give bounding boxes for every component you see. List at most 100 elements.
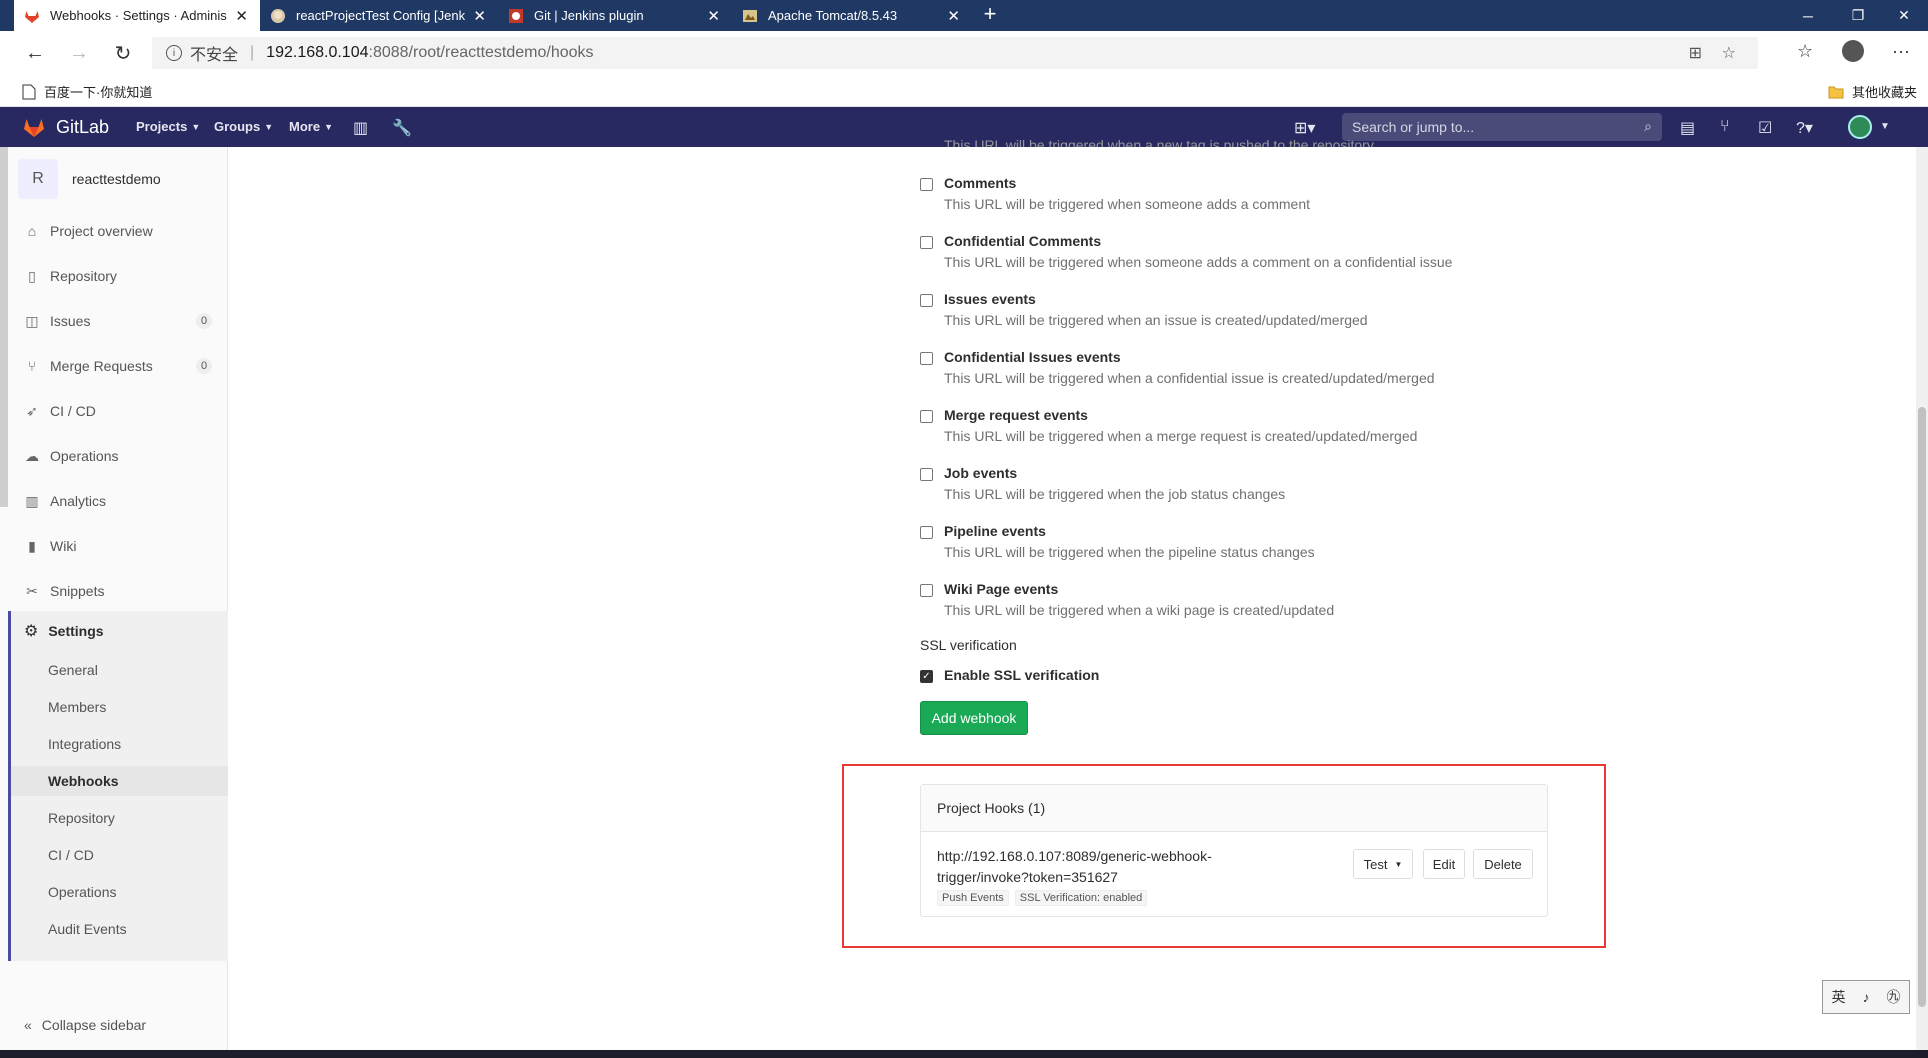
ime-setting[interactable]: ㊈ bbox=[1887, 987, 1901, 1007]
sidebar-item-settings[interactable]: ⚙ Settings bbox=[11, 611, 228, 651]
confidential-issues-checkbox[interactable] bbox=[920, 352, 933, 365]
checkbox-todos-icon[interactable]: ☑ bbox=[1758, 118, 1772, 138]
merge-requests-icon[interactable]: ⑂ bbox=[1720, 118, 1730, 136]
more-menu-icon[interactable]: ··· bbox=[1892, 41, 1910, 62]
issues-events-checkbox[interactable] bbox=[920, 294, 933, 307]
restore-icon[interactable]: ❐ bbox=[1834, 0, 1882, 31]
close-icon[interactable]: ✕ bbox=[473, 7, 486, 25]
merge-request-events-checkbox[interactable] bbox=[920, 410, 933, 423]
home-icon: ⌂ bbox=[27, 223, 37, 239]
back-icon[interactable]: ← bbox=[20, 39, 50, 67]
enable-ssl-checkbox[interactable]: ✓ bbox=[920, 670, 933, 683]
sidebar-item-snippets[interactable]: ✂ Snippets bbox=[0, 573, 228, 609]
pipeline-events-checkbox[interactable] bbox=[920, 526, 933, 539]
gitlab-logo[interactable]: GitLab bbox=[22, 115, 109, 139]
project-hooks-title: Project Hooks (1) bbox=[921, 785, 1547, 832]
tab-label: Apache Tomcat/8.5.43 bbox=[768, 8, 898, 23]
nav-more[interactable]: More ▼ bbox=[289, 119, 333, 134]
settings-sub-audit-events[interactable]: Audit Events bbox=[11, 914, 228, 944]
refresh-icon[interactable]: ↻ bbox=[108, 39, 138, 67]
sidebar-item-project-overview[interactable]: ⌂ Project overview bbox=[0, 213, 228, 249]
test-dropdown-button[interactable]: Test ▼ bbox=[1353, 849, 1413, 879]
settings-sub-operations[interactable]: Operations bbox=[11, 877, 228, 907]
bookmark-baidu[interactable]: 百度一下·你就知道 bbox=[22, 82, 152, 101]
chevron-down-icon: ▼ bbox=[191, 121, 201, 132]
sidebar-scrollbar[interactable] bbox=[0, 147, 8, 507]
project-name: reacttestdemo bbox=[72, 171, 161, 187]
ime-toolbar[interactable]: 英 ♪ ㊈ bbox=[1822, 980, 1910, 1014]
help-icon[interactable]: ?▾ bbox=[1796, 118, 1813, 138]
ime-lang[interactable]: 英 bbox=[1832, 987, 1846, 1007]
wiki-page-events-checkbox[interactable] bbox=[920, 584, 933, 597]
close-icon[interactable]: ✕ bbox=[235, 7, 248, 25]
settings-sub-general[interactable]: General bbox=[11, 655, 228, 685]
url-field[interactable]: i 不安全 | 192.168.0.104:8088/root/reacttes… bbox=[152, 37, 1758, 69]
insecure-label: 不安全 bbox=[190, 47, 239, 64]
add-webhook-button[interactable]: Add webhook bbox=[920, 701, 1028, 735]
page-scrollbar[interactable] bbox=[1916, 147, 1928, 1058]
gear-icon: ⚙ bbox=[24, 623, 39, 640]
event-title: Confidential Issues events bbox=[944, 349, 1121, 365]
settings-sub-ci-cd[interactable]: CI / CD bbox=[11, 840, 228, 870]
search-input[interactable]: Search or jump to... ⌕ bbox=[1342, 113, 1662, 141]
event-title: Comments bbox=[944, 175, 1017, 191]
delete-button[interactable]: Delete bbox=[1473, 849, 1533, 879]
project-header[interactable]: R reacttestdemo bbox=[18, 159, 161, 199]
sidebar-item-issues[interactable]: ◫ Issues 0 bbox=[0, 303, 228, 339]
new-tab-button[interactable]: + bbox=[978, 3, 1002, 27]
favorites-icon[interactable]: ☆ bbox=[1797, 41, 1813, 62]
bookmark-other-favorites[interactable]: 其他收藏夹 bbox=[1828, 82, 1917, 101]
star-icon[interactable]: ☆ bbox=[1722, 43, 1736, 63]
sidebar-item-label: Repository bbox=[50, 268, 117, 284]
close-icon[interactable]: ✕ bbox=[707, 7, 720, 25]
minimize-icon[interactable]: ─ bbox=[1784, 0, 1832, 31]
event-title: Merge request events bbox=[944, 407, 1088, 423]
todo-icon[interactable]: ▤ bbox=[1680, 118, 1695, 138]
forward-icon[interactable]: → bbox=[64, 39, 94, 67]
sidebar-item-merge-requests[interactable]: ⑂ Merge Requests 0 bbox=[0, 348, 228, 384]
settings-sub-members[interactable]: Members bbox=[11, 692, 228, 722]
sidebar-item-repository[interactable]: ▯ Repository bbox=[0, 258, 228, 294]
tab-webhooks[interactable]: Webhooks · Settings · Administra ✕ bbox=[14, 0, 260, 31]
jenkins-icon bbox=[271, 8, 285, 23]
close-window-icon[interactable]: ✕ bbox=[1880, 0, 1928, 31]
tab-jenkins-config[interactable]: reactProjectTest Config [Jenkins] ✕ bbox=[260, 0, 498, 31]
activity-chart-icon[interactable]: ▥ bbox=[353, 118, 368, 138]
event-description: This URL will be triggered when someone … bbox=[944, 196, 1310, 212]
admin-wrench-icon[interactable]: 🔧 bbox=[392, 118, 412, 138]
nav-groups[interactable]: Groups ▼ bbox=[214, 119, 273, 134]
tab-git-jenkins-plugin[interactable]: Git | Jenkins plugin ✕ bbox=[498, 0, 732, 31]
settings-sub-webhooks[interactable]: Webhooks bbox=[11, 766, 228, 796]
translate-icon[interactable]: ⊞ bbox=[1689, 43, 1702, 63]
sidebar-item-ci-cd[interactable]: ➶ CI / CD bbox=[0, 393, 228, 429]
sidebar-item-label: Project overview bbox=[50, 223, 153, 239]
settings-sub-integrations[interactable]: Integrations bbox=[11, 729, 228, 759]
sidebar-item-analytics[interactable]: ▥ Analytics bbox=[0, 483, 228, 519]
profile-avatar-icon[interactable] bbox=[1842, 40, 1864, 62]
sidebar-item-label: Settings bbox=[48, 623, 104, 639]
settings-sub-repository[interactable]: Repository bbox=[11, 803, 228, 833]
comments-checkbox[interactable] bbox=[920, 178, 933, 191]
chevron-down-icon[interactable]: ▼ bbox=[1880, 121, 1890, 132]
bookmark-label: 其他收藏夹 bbox=[1852, 85, 1918, 100]
edit-button[interactable]: Edit bbox=[1423, 849, 1465, 879]
new-item-plus-icon[interactable]: ⊞▾ bbox=[1294, 118, 1315, 138]
user-avatar[interactable] bbox=[1848, 115, 1872, 139]
cloud-icon: ☁ bbox=[25, 447, 39, 464]
scrollbar-thumb[interactable] bbox=[1918, 407, 1926, 1007]
collapse-sidebar-button[interactable]: « Collapse sidebar bbox=[24, 1017, 146, 1033]
tab-tomcat[interactable]: Apache Tomcat/8.5.43 ✕ bbox=[732, 0, 972, 31]
job-events-checkbox[interactable] bbox=[920, 468, 933, 481]
event-title: Issues events bbox=[944, 291, 1036, 307]
close-icon[interactable]: ✕ bbox=[947, 7, 960, 25]
book-icon: ▮ bbox=[28, 537, 36, 554]
sidebar-item-operations[interactable]: ☁ Operations bbox=[0, 438, 228, 474]
ime-moon[interactable]: ♪ bbox=[1863, 989, 1870, 1005]
nav-projects[interactable]: Projects ▼ bbox=[136, 119, 200, 134]
info-icon[interactable]: i bbox=[166, 45, 182, 61]
issues-icon: ◫ bbox=[25, 312, 39, 329]
chart-icon: ▥ bbox=[25, 492, 39, 509]
sidebar-item-wiki[interactable]: ▮ Wiki bbox=[0, 528, 228, 564]
confidential-comments-checkbox[interactable] bbox=[920, 236, 933, 249]
sidebar-item-label: Merge Requests bbox=[50, 358, 153, 374]
